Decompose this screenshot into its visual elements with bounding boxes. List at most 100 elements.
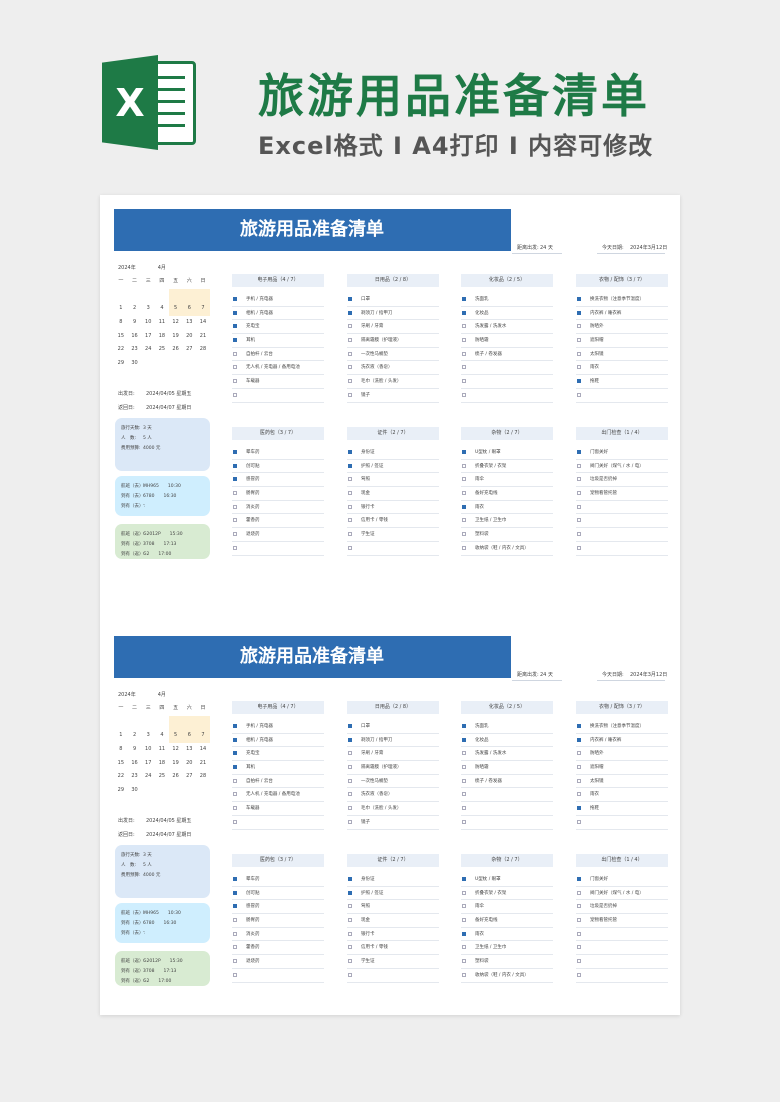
checkbox-icon[interactable] (233, 518, 237, 523)
checkbox-icon[interactable] (348, 324, 352, 329)
checkbox-icon[interactable] (233, 737, 237, 742)
checkbox-icon[interactable] (233, 890, 237, 895)
checkbox-icon[interactable] (233, 806, 237, 811)
checkbox-icon[interactable] (577, 931, 581, 936)
checkbox-icon[interactable] (233, 491, 237, 496)
checkbox-icon[interactable] (233, 972, 237, 977)
checkbox-icon[interactable] (233, 324, 237, 329)
checkbox-icon[interactable] (462, 904, 466, 909)
checkbox-icon[interactable] (462, 819, 466, 824)
checkbox-icon[interactable] (462, 351, 466, 356)
checkbox-icon[interactable] (577, 918, 581, 923)
checkbox-icon[interactable] (577, 351, 581, 356)
checkbox-icon[interactable] (462, 724, 466, 728)
checkbox-icon[interactable] (577, 904, 581, 909)
checkbox-icon[interactable] (348, 338, 352, 343)
checkbox-icon[interactable] (462, 392, 466, 397)
checkbox-icon[interactable] (462, 379, 466, 384)
checkbox-icon[interactable] (233, 477, 237, 482)
checkbox-icon[interactable] (462, 310, 466, 315)
checkbox-icon[interactable] (233, 724, 237, 728)
checkbox-icon[interactable] (233, 877, 237, 881)
checkbox-icon[interactable] (233, 819, 237, 824)
checkbox-icon[interactable] (462, 365, 466, 370)
checkbox-icon[interactable] (233, 379, 237, 384)
checkbox-icon[interactable] (462, 338, 466, 343)
checkbox-icon[interactable] (233, 765, 237, 770)
checkbox-icon[interactable] (348, 392, 352, 397)
checkbox-icon[interactable] (462, 518, 466, 523)
checkbox-icon[interactable] (577, 532, 581, 537)
checkbox-icon[interactable] (462, 959, 466, 964)
checkbox-icon[interactable] (462, 778, 466, 783)
checkbox-icon[interactable] (348, 463, 352, 468)
checkbox-icon[interactable] (348, 918, 352, 923)
checkbox-icon[interactable] (462, 765, 466, 770)
checkbox-icon[interactable] (348, 737, 352, 742)
checkbox-icon[interactable] (577, 324, 581, 329)
checkbox-icon[interactable] (348, 751, 352, 756)
checkbox-icon[interactable] (348, 765, 352, 770)
checkbox-icon[interactable] (577, 545, 581, 550)
checkbox-icon[interactable] (348, 504, 352, 509)
checkbox-icon[interactable] (577, 477, 581, 482)
checkbox-icon[interactable] (348, 724, 352, 728)
checkbox-icon[interactable] (577, 737, 581, 742)
checkbox-icon[interactable] (577, 379, 581, 384)
checkbox-icon[interactable] (233, 504, 237, 509)
checkbox-icon[interactable] (577, 778, 581, 783)
checkbox-icon[interactable] (233, 392, 237, 397)
checkbox-icon[interactable] (577, 463, 581, 468)
checkbox-icon[interactable] (462, 945, 466, 950)
checkbox-icon[interactable] (462, 477, 466, 482)
checkbox-icon[interactable] (348, 365, 352, 370)
checkbox-icon[interactable] (233, 904, 237, 909)
checkbox-icon[interactable] (577, 724, 581, 728)
checkbox-icon[interactable] (233, 778, 237, 783)
checkbox-icon[interactable] (462, 890, 466, 895)
checkbox-icon[interactable] (462, 792, 466, 797)
checkbox-icon[interactable] (348, 778, 352, 783)
checkbox-icon[interactable] (348, 379, 352, 384)
checkbox-icon[interactable] (462, 463, 466, 468)
checkbox-icon[interactable] (462, 324, 466, 329)
checkbox-icon[interactable] (577, 504, 581, 509)
checkbox-icon[interactable] (577, 819, 581, 824)
checkbox-icon[interactable] (348, 890, 352, 895)
checkbox-icon[interactable] (348, 959, 352, 964)
checkbox-icon[interactable] (462, 918, 466, 923)
checkbox-icon[interactable] (348, 491, 352, 496)
checkbox-icon[interactable] (348, 477, 352, 482)
checkbox-icon[interactable] (348, 931, 352, 936)
checkbox-icon[interactable] (348, 351, 352, 356)
checkbox-icon[interactable] (233, 365, 237, 370)
checkbox-icon[interactable] (233, 931, 237, 936)
checkbox-icon[interactable] (233, 792, 237, 797)
checkbox-icon[interactable] (348, 545, 352, 550)
checkbox-icon[interactable] (233, 945, 237, 950)
checkbox-icon[interactable] (462, 806, 466, 811)
checkbox-icon[interactable] (462, 972, 466, 977)
checkbox-icon[interactable] (462, 504, 466, 509)
checkbox-icon[interactable] (462, 931, 466, 936)
checkbox-icon[interactable] (577, 806, 581, 811)
checkbox-icon[interactable] (462, 450, 466, 454)
checkbox-icon[interactable] (348, 532, 352, 537)
checkbox-icon[interactable] (462, 532, 466, 537)
checkbox-icon[interactable] (233, 310, 237, 315)
checkbox-icon[interactable] (462, 545, 466, 550)
checkbox-icon[interactable] (233, 532, 237, 537)
checkbox-icon[interactable] (462, 491, 466, 496)
checkbox-icon[interactable] (577, 765, 581, 770)
checkbox-icon[interactable] (577, 491, 581, 496)
checkbox-icon[interactable] (233, 297, 237, 301)
checkbox-icon[interactable] (577, 518, 581, 523)
checkbox-icon[interactable] (577, 310, 581, 315)
checkbox-icon[interactable] (577, 338, 581, 343)
checkbox-icon[interactable] (233, 751, 237, 756)
checkbox-icon[interactable] (233, 463, 237, 468)
checkbox-icon[interactable] (233, 545, 237, 550)
checkbox-icon[interactable] (233, 918, 237, 923)
checkbox-icon[interactable] (577, 450, 581, 454)
checkbox-icon[interactable] (462, 751, 466, 756)
